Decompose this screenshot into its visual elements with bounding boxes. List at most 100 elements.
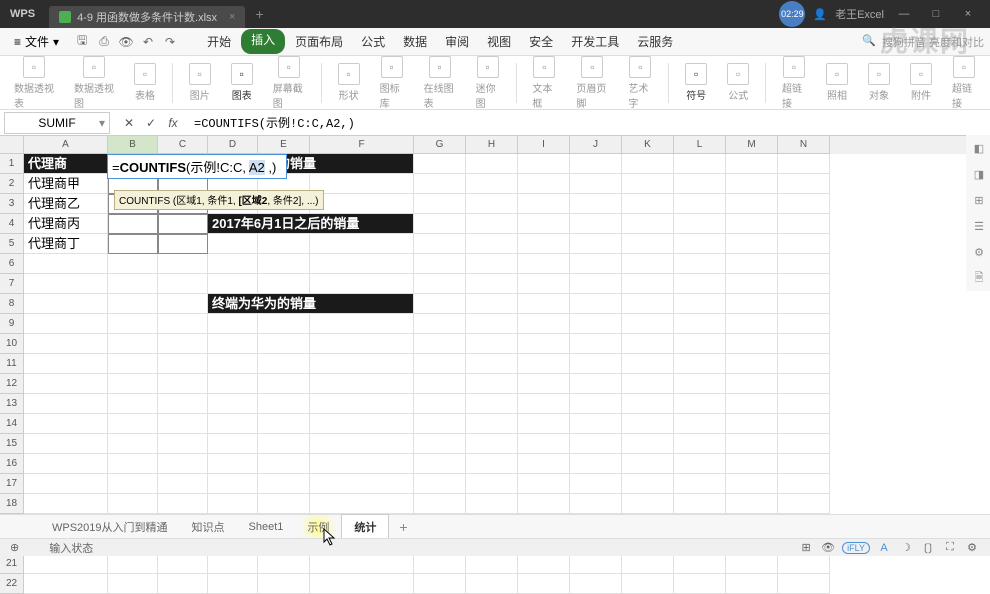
cell-I4[interactable] — [518, 214, 570, 234]
cell-M14[interactable] — [726, 414, 778, 434]
cell-M18[interactable] — [726, 494, 778, 514]
formula-input[interactable]: =COUNTIFS(示例!C:C,A2,) — [188, 114, 990, 131]
cell-K8[interactable] — [622, 294, 674, 314]
menu-item-安全[interactable]: 安全 — [521, 29, 561, 54]
cell-F11[interactable] — [310, 354, 414, 374]
sheet-tab-Sheet1[interactable]: Sheet1 — [237, 517, 296, 537]
column-header[interactable]: C — [158, 136, 208, 154]
cell-K17[interactable] — [622, 474, 674, 494]
column-header[interactable]: B — [108, 136, 158, 154]
cell-J16[interactable] — [570, 454, 622, 474]
cell-K12[interactable] — [622, 374, 674, 394]
cell-K14[interactable] — [622, 414, 674, 434]
cell-I21[interactable] — [518, 554, 570, 574]
cell-G15[interactable] — [414, 434, 466, 454]
column-header[interactable]: L — [674, 136, 726, 154]
cell-J14[interactable] — [570, 414, 622, 434]
cell-G4[interactable] — [414, 214, 466, 234]
ribbon-形状[interactable]: ▫形状 — [334, 63, 364, 102]
column-header[interactable]: J — [570, 136, 622, 154]
document-tab[interactable]: 4-9 用函数做多条件计数.xlsx × — [49, 6, 245, 28]
cell-K10[interactable] — [622, 334, 674, 354]
cell-G11[interactable] — [414, 354, 466, 374]
cell-C11[interactable] — [158, 354, 208, 374]
ribbon-图片[interactable]: ▫图片 — [185, 63, 215, 102]
cell-M11[interactable] — [726, 354, 778, 374]
cell-B4[interactable] — [108, 214, 158, 234]
ribbon-附件[interactable]: ▫附件 — [906, 63, 936, 102]
cell-B11[interactable] — [108, 354, 158, 374]
cell-J22[interactable] — [570, 574, 622, 594]
cell-I9[interactable] — [518, 314, 570, 334]
row-header[interactable]: 16 — [0, 454, 24, 474]
cell-J11[interactable] — [570, 354, 622, 374]
cell-C22[interactable] — [158, 574, 208, 594]
side-tool[interactable]: ⚙ — [970, 243, 988, 261]
cell-K11[interactable] — [622, 354, 674, 374]
cell-E11[interactable] — [258, 354, 310, 374]
cell-C10[interactable] — [158, 334, 208, 354]
cell-M4[interactable] — [726, 214, 778, 234]
cell-L1[interactable] — [674, 154, 726, 174]
cell-C4[interactable] — [158, 214, 208, 234]
cell-L16[interactable] — [674, 454, 726, 474]
cell-C7[interactable] — [158, 274, 208, 294]
cell-I11[interactable] — [518, 354, 570, 374]
menu-item-开始[interactable]: 开始 — [199, 29, 239, 54]
cell-C5[interactable] — [158, 234, 208, 254]
cell-N8[interactable] — [778, 294, 830, 314]
cell-C12[interactable] — [158, 374, 208, 394]
cell-M21[interactable] — [726, 554, 778, 574]
ribbon-在线图表[interactable]: ▫在线图表 — [420, 56, 460, 110]
cell-L7[interactable] — [674, 274, 726, 294]
cell-K18[interactable] — [622, 494, 674, 514]
side-tool[interactable]: ◧ — [970, 139, 988, 157]
preview-icon[interactable]: 👁 — [117, 33, 135, 51]
cell-I22[interactable] — [518, 574, 570, 594]
cell-G13[interactable] — [414, 394, 466, 414]
cell-E13[interactable] — [258, 394, 310, 414]
row-header[interactable]: 9 — [0, 314, 24, 334]
cell-D4[interactable]: 2017年6月1日之后的销量 — [208, 214, 414, 234]
cell-L11[interactable] — [674, 354, 726, 374]
row-header[interactable]: 17 — [0, 474, 24, 494]
ribbon-图表[interactable]: ▫图表 — [227, 63, 257, 102]
cell-G14[interactable] — [414, 414, 466, 434]
row-header[interactable]: 7 — [0, 274, 24, 294]
cell-L4[interactable] — [674, 214, 726, 234]
cell-K2[interactable] — [622, 174, 674, 194]
cell-K1[interactable] — [622, 154, 674, 174]
cell-H8[interactable] — [466, 294, 518, 314]
cell-N10[interactable] — [778, 334, 830, 354]
cell-A7[interactable] — [24, 274, 108, 294]
cell-H3[interactable] — [466, 194, 518, 214]
eye-icon[interactable]: 👁 — [820, 540, 836, 556]
cell-D14[interactable] — [208, 414, 258, 434]
cell-G7[interactable] — [414, 274, 466, 294]
side-tool[interactable]: ⊞ — [970, 191, 988, 209]
cell-B5[interactable] — [108, 234, 158, 254]
cell-G17[interactable] — [414, 474, 466, 494]
cell-G3[interactable] — [414, 194, 466, 214]
row-header[interactable]: 13 — [0, 394, 24, 414]
print-icon[interactable]: ⎙ — [95, 33, 113, 51]
cell-E15[interactable] — [258, 434, 310, 454]
maximize-button[interactable]: □ — [924, 2, 948, 26]
row-header[interactable]: 11 — [0, 354, 24, 374]
cell-M15[interactable] — [726, 434, 778, 454]
cell-K15[interactable] — [622, 434, 674, 454]
undo-icon[interactable]: ↶ — [139, 33, 157, 51]
cell-G10[interactable] — [414, 334, 466, 354]
cell-N21[interactable] — [778, 554, 830, 574]
formula-edit-overlay[interactable]: =COUNTIFS(示例!C:C, A2 ,) — [107, 154, 287, 179]
menu-item-公式[interactable]: 公式 — [353, 29, 393, 54]
cell-A8[interactable] — [24, 294, 108, 314]
cell-A16[interactable] — [24, 454, 108, 474]
cell-L5[interactable] — [674, 234, 726, 254]
cell-I3[interactable] — [518, 194, 570, 214]
cell-G8[interactable] — [414, 294, 466, 314]
cell-B8[interactable] — [108, 294, 158, 314]
cell-I15[interactable] — [518, 434, 570, 454]
fx-button[interactable]: fx — [164, 114, 182, 132]
cell-D9[interactable] — [208, 314, 258, 334]
